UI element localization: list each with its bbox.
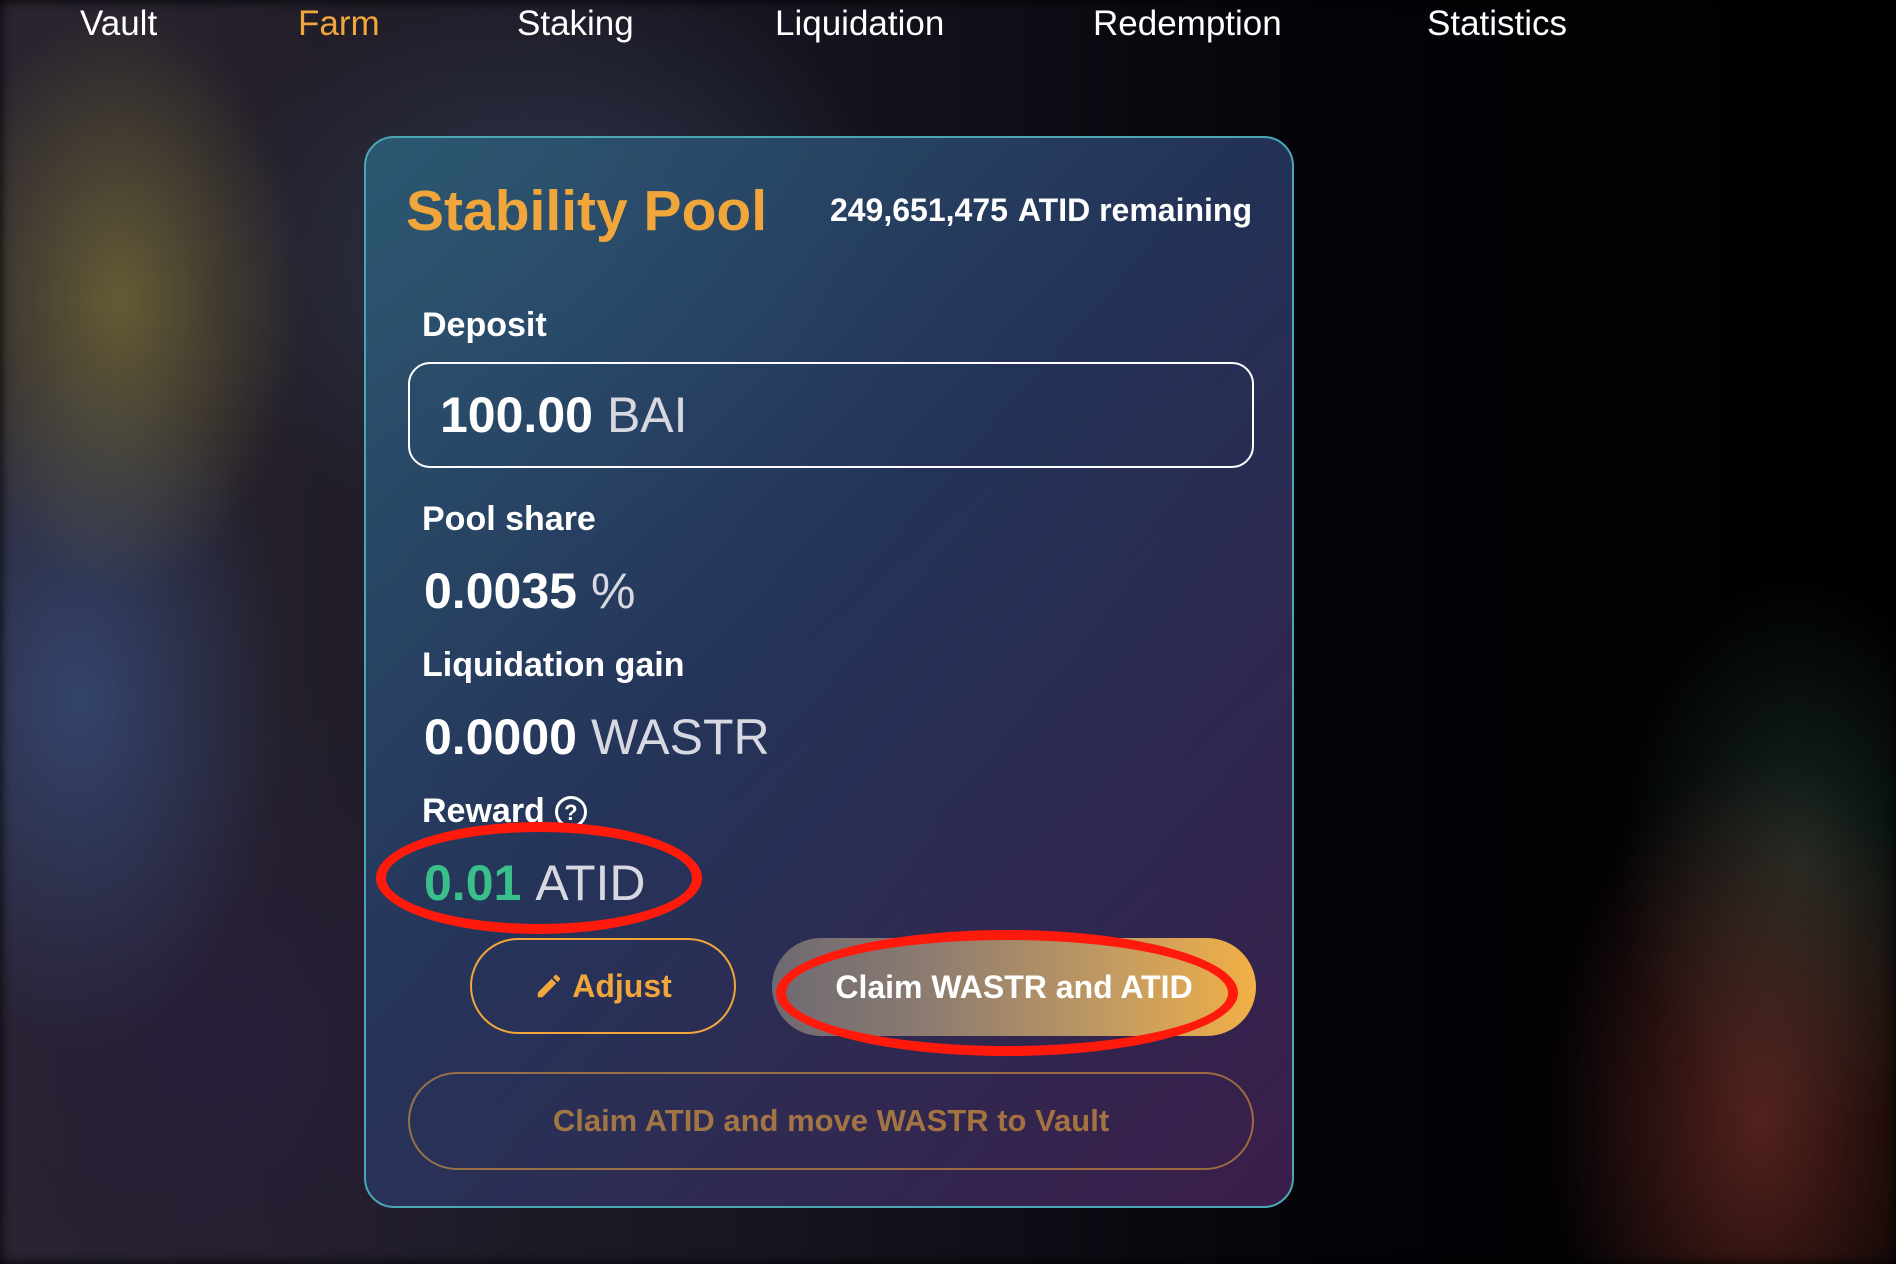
liquidation-gain-row: 0.0000 WASTR — [424, 708, 770, 766]
nav-item-statistics[interactable]: Statistics — [1427, 4, 1567, 44]
remaining-amount: 249,651,475 — [829, 192, 1008, 228]
deposit-value: 100.00 — [440, 387, 593, 443]
top-nav: Vault Farm Staking Liquidation Redemptio… — [0, 0, 1896, 60]
pool-share-unit: % — [590, 563, 636, 619]
adjust-button[interactable]: Adjust — [470, 938, 736, 1034]
claim-wastr-atid-button[interactable]: Claim WASTR and ATID — [772, 938, 1256, 1036]
claim-button-label: Claim WASTR and ATID — [835, 968, 1193, 1005]
reward-label: Reward — [422, 792, 545, 830]
liquidation-gain-value: 0.0000 — [424, 709, 577, 765]
liquidation-gain-unit: WASTR — [590, 709, 770, 765]
pool-share-label: Pool share — [422, 500, 596, 538]
claim-move-button-label: Claim ATID and move WASTR to Vault — [552, 1103, 1110, 1138]
stability-pool-card: Stability Pool 249,651,475 ATID remaining… — [364, 136, 1294, 1208]
reward-unit: ATID — [535, 855, 646, 911]
nav-item-redemption[interactable]: Redemption — [1093, 4, 1282, 44]
deposit-unit: BAI — [606, 387, 688, 443]
nav-item-farm[interactable]: Farm — [298, 4, 380, 44]
remaining-suffix: ATID remaining — [1017, 192, 1252, 228]
reward-row: 0.01 ATID — [424, 854, 646, 912]
remaining-text: 249,651,475 ATID remaining — [830, 192, 1252, 229]
liquidation-gain-label: Liquidation gain — [422, 646, 685, 684]
claim-atid-move-wastr-button[interactable]: Claim ATID and move WASTR to Vault — [408, 1072, 1254, 1170]
card-title: Stability Pool — [406, 179, 768, 243]
reward-value: 0.01 — [424, 855, 522, 911]
nav-item-liquidation[interactable]: Liquidation — [775, 4, 944, 44]
pencil-icon — [537, 974, 561, 998]
adjust-button-label: Adjust — [572, 967, 672, 1004]
pool-share-value: 0.0035 — [424, 563, 577, 619]
deposit-field[interactable]: 100.00 BAI — [408, 362, 1254, 468]
question-circle-icon[interactable]: ? — [554, 796, 587, 828]
pool-share-row: 0.0035 % — [424, 562, 635, 620]
reward-label-row: Reward? — [422, 792, 587, 831]
nav-item-staking[interactable]: Staking — [517, 4, 634, 44]
nav-item-vault[interactable]: Vault — [80, 4, 157, 44]
deposit-label: Deposit — [422, 306, 547, 344]
